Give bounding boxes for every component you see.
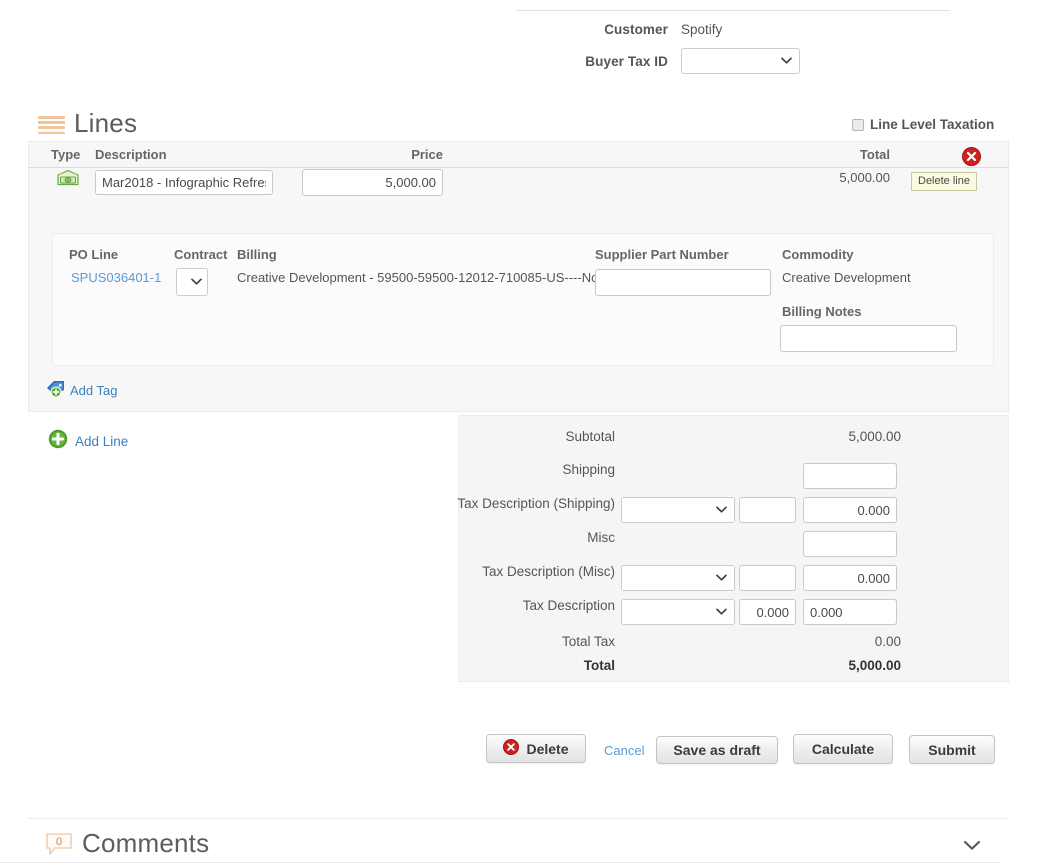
calculate-button[interactable]: Calculate	[793, 734, 893, 764]
contract-select[interactable]	[176, 268, 208, 296]
delete-line-icon[interactable]	[962, 147, 981, 166]
customer-value: Spotify	[681, 22, 722, 37]
comments-section-title: 0 Comments	[45, 828, 209, 859]
checkbox-box[interactable]	[852, 119, 864, 131]
tax-desc-rate-input[interactable]	[739, 599, 796, 625]
tag-plus-icon	[46, 379, 66, 402]
commodity-label: Commodity	[782, 247, 854, 262]
cancel-link[interactable]: Cancel	[604, 743, 644, 758]
subtotal-row: Subtotal 5,000.00	[470, 429, 901, 444]
billing-notes-input[interactable]	[780, 325, 957, 352]
tax-desc-misc-rate-input[interactable]	[739, 565, 796, 591]
tax-desc-misc-row: Tax Description (Misc)	[430, 564, 615, 579]
tax-desc-amount-input[interactable]	[803, 599, 897, 625]
header-divider	[516, 10, 950, 11]
tax-desc-shipping-rate-input[interactable]	[739, 497, 796, 523]
buyer-tax-id-row: Buyer Tax ID	[516, 48, 950, 74]
line-description-input[interactable]	[95, 170, 273, 195]
lines-section-title: Lines	[38, 108, 137, 139]
misc-row: Misc	[470, 530, 615, 545]
lines-icon	[38, 116, 65, 131]
comments-divider	[28, 818, 1009, 819]
total-tax-value: 0.00	[615, 634, 901, 649]
tax-desc-label: Tax Description	[430, 598, 615, 613]
delete-button[interactable]: Delete	[486, 734, 586, 763]
po-line-label: PO Line	[69, 247, 118, 262]
tax-desc-misc-label: Tax Description (Misc)	[430, 564, 615, 579]
total-label: Total	[470, 658, 615, 673]
customer-label: Customer	[516, 22, 668, 37]
buyer-tax-id-select[interactable]	[681, 48, 800, 74]
comments-title-text: Comments	[82, 828, 209, 859]
delete-line-tooltip: Delete line	[911, 172, 977, 191]
lines-title-text: Lines	[74, 108, 137, 139]
subtotal-value: 5,000.00	[615, 429, 901, 444]
column-header-description: Description	[95, 147, 167, 162]
billing-label: Billing	[237, 247, 277, 262]
supplier-part-number-input[interactable]	[595, 269, 771, 296]
delete-button-label: Delete	[526, 741, 568, 757]
comments-chevron-down-icon[interactable]	[963, 838, 981, 849]
delete-circle-icon	[503, 739, 519, 758]
submit-label: Submit	[928, 742, 975, 758]
comments-count: 0	[56, 836, 62, 848]
tax-desc-row: Tax Description	[430, 598, 615, 613]
invoice-page: Customer Spotify Buyer Tax ID Lines Line…	[0, 0, 1060, 865]
supplier-part-number-label: Supplier Part Number	[595, 247, 729, 262]
money-icon	[56, 168, 80, 188]
add-line-button[interactable]: Add Line	[48, 429, 128, 454]
po-line-link[interactable]: SPUS036401-1	[71, 270, 161, 285]
add-tag-button[interactable]: Add Tag	[46, 379, 117, 402]
calculate-label: Calculate	[812, 741, 874, 757]
save-as-draft-label: Save as draft	[673, 742, 760, 758]
total-row: Total 5,000.00	[470, 658, 901, 673]
tax-desc-shipping-select[interactable]	[621, 497, 735, 523]
subtotal-label: Subtotal	[470, 429, 615, 444]
column-header-total: Total	[760, 147, 890, 162]
page-bottom-divider	[0, 862, 1000, 863]
add-line-label: Add Line	[75, 434, 128, 449]
line-total-value: 5,000.00	[760, 170, 890, 185]
billing-notes-label: Billing Notes	[782, 304, 861, 319]
tax-desc-shipping-label: Tax Description (Shipping)	[430, 496, 615, 511]
column-header-price: Price	[302, 147, 443, 162]
submit-button[interactable]: Submit	[909, 735, 995, 764]
billing-value: Creative Development - 59500-59500-12012…	[237, 270, 613, 285]
add-tag-label: Add Tag	[70, 383, 117, 398]
shipping-label: Shipping	[470, 462, 615, 477]
tax-desc-shipping-amount-input[interactable]	[803, 497, 897, 523]
commodity-value: Creative Development	[782, 270, 911, 285]
total-tax-row: Total Tax 0.00	[470, 634, 901, 649]
contract-label: Contract	[174, 247, 227, 262]
tax-desc-shipping-row: Tax Description (Shipping)	[430, 496, 615, 511]
column-header-type: Type	[51, 147, 80, 162]
total-tax-label: Total Tax	[470, 634, 615, 649]
buyer-tax-id-label: Buyer Tax ID	[516, 54, 668, 69]
shipping-input[interactable]	[803, 463, 897, 489]
tax-desc-select[interactable]	[621, 599, 735, 625]
misc-label: Misc	[470, 530, 615, 545]
comment-bubble-icon: 0	[45, 832, 73, 856]
line-level-taxation-label: Line Level Taxation	[870, 117, 994, 132]
total-value: 5,000.00	[615, 658, 901, 673]
line-level-taxation-checkbox[interactable]: Line Level Taxation	[852, 117, 994, 132]
save-as-draft-button[interactable]: Save as draft	[656, 736, 778, 764]
customer-row: Customer Spotify	[516, 22, 950, 37]
misc-input[interactable]	[803, 531, 897, 557]
tax-desc-misc-amount-input[interactable]	[803, 565, 897, 591]
shipping-row: Shipping	[470, 462, 615, 477]
line-price-input[interactable]	[302, 169, 443, 196]
tax-desc-misc-select[interactable]	[621, 565, 735, 591]
plus-circle-icon	[48, 429, 68, 454]
lines-header-divider	[28, 167, 1009, 168]
